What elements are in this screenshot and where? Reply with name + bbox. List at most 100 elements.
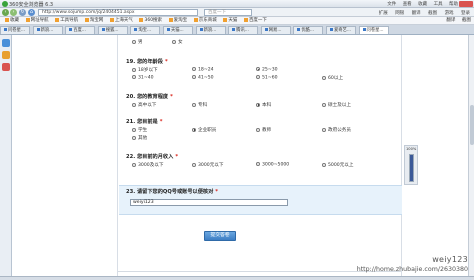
option[interactable]: 学生 <box>132 127 147 133</box>
radio-icon[interactable] <box>322 102 326 107</box>
tab-favicon <box>232 28 236 31</box>
option[interactable]: 18~24 <box>192 67 214 73</box>
contact-answer-input[interactable]: weiyi123 <box>130 199 288 206</box>
option[interactable]: 教师 <box>256 127 271 133</box>
toolbar-bank[interactable]: 网银 <box>395 11 404 16</box>
url-input[interactable]: http://www.sojump.com/jq/2404451.aspx <box>38 9 198 16</box>
option[interactable]: 3000及以下 <box>132 162 163 168</box>
refresh-icon[interactable]: ↻ <box>19 9 26 16</box>
toolbar-login[interactable]: 登录 <box>461 11 470 16</box>
radio-icon[interactable] <box>132 67 136 72</box>
radio-icon[interactable] <box>192 75 196 79</box>
toolbar-screenshot[interactable]: 截图 <box>428 11 437 16</box>
menu-file[interactable]: 文件 <box>387 2 396 7</box>
option[interactable]: 60以上 <box>322 75 343 81</box>
radio-checked-icon[interactable] <box>192 127 196 132</box>
tab[interactable]: 搜狐... <box>97 26 128 34</box>
bookmark-screenshot[interactable]: 截图 <box>462 17 471 24</box>
radio-icon[interactable] <box>132 102 136 107</box>
tab[interactable]: 优酷... <box>293 26 324 34</box>
favorites-icon[interactable] <box>2 39 10 47</box>
option-female[interactable]: 女 <box>172 39 183 45</box>
radio-icon[interactable] <box>322 75 326 80</box>
watermark-url: http://home.zhubajie.com/2630380 <box>356 266 468 273</box>
radio-icon[interactable] <box>132 75 136 79</box>
option-selected[interactable]: 本科 <box>256 102 271 108</box>
toolbar-translate[interactable]: 翻译 <box>412 11 421 16</box>
option[interactable]: 31~40 <box>132 75 154 81</box>
option-male[interactable]: 男 <box>132 39 143 45</box>
radio-icon[interactable] <box>132 135 136 140</box>
radio-icon[interactable] <box>132 162 136 167</box>
radio-icon[interactable] <box>172 39 176 44</box>
tab[interactable]: 新浪... <box>32 26 63 34</box>
option[interactable]: 高中以下 <box>132 102 156 108</box>
tab[interactable]: 淘宝... <box>130 26 161 34</box>
bookmark-item[interactable]: 京东商城 <box>193 17 217 24</box>
option[interactable]: 3000元以下 <box>192 162 223 168</box>
radio-icon[interactable] <box>192 102 196 107</box>
progress-bar <box>409 154 414 182</box>
forward-icon[interactable]: › <box>10 9 17 16</box>
radio-checked-icon[interactable] <box>256 102 260 107</box>
bookmark-item[interactable]: 天猫 <box>223 17 237 24</box>
bookmark-item[interactable]: 爱淘宝 <box>168 17 187 24</box>
tab[interactable]: 爱奇艺... <box>325 26 356 34</box>
bookmarks-bar: 收藏 网址导航 工具导航 淘宝网 上海天气 360搜索 爱淘宝 京东商城 天猫 … <box>0 17 474 25</box>
radio-icon[interactable] <box>322 162 326 167</box>
tab[interactable]: 天猫... <box>162 26 193 34</box>
tab[interactable]: 网易... <box>260 26 291 34</box>
radio-icon[interactable] <box>192 162 196 167</box>
option[interactable]: 18岁以下 <box>132 67 158 73</box>
tab-active[interactable]: 问卷星... <box>358 26 389 34</box>
menu-favorites[interactable]: 收藏 <box>418 2 427 7</box>
bookmark-item[interactable]: 360搜索 <box>139 17 162 24</box>
bookmark-item[interactable]: 工具导航 <box>55 17 78 24</box>
menu-view[interactable]: 查看 <box>403 2 412 7</box>
radio-icon[interactable] <box>132 39 136 44</box>
bookmark-item[interactable]: 收藏 <box>5 17 19 24</box>
tab[interactable]: 腾讯... <box>228 26 259 34</box>
toolbar-extensions[interactable]: 扩展 <box>379 11 388 16</box>
option-selected[interactable]: 企业职员 <box>192 127 216 133</box>
tab[interactable]: 新浪... <box>195 26 226 34</box>
bookmark-item[interactable]: 网址导航 <box>25 17 49 24</box>
side-panel <box>0 35 12 276</box>
radio-icon[interactable] <box>256 75 260 79</box>
window-controls[interactable] <box>459 1 473 7</box>
option[interactable]: 其他 <box>132 135 147 141</box>
submit-button[interactable]: 提交答卷 <box>204 231 236 241</box>
option[interactable]: 专科 <box>192 102 207 108</box>
home-icon[interactable]: ⌂ <box>28 9 35 16</box>
app-icon[interactable] <box>2 63 10 71</box>
survey-form: 男 女 19. 您的年龄段 * 18岁以下 18~24 25~30 31~40 4… <box>117 35 402 276</box>
page-scrollbar[interactable] <box>468 35 474 276</box>
scrollbar-thumb[interactable] <box>470 105 474 145</box>
option[interactable]: 硕士及以上 <box>322 102 351 108</box>
radio-icon[interactable] <box>256 127 260 132</box>
radio-icon[interactable] <box>256 162 260 166</box>
toolbar-games[interactable]: 游戏 <box>445 11 454 16</box>
bookmark-item[interactable]: 上海天气 <box>109 17 133 24</box>
option[interactable]: 41~50 <box>192 75 214 81</box>
bookmark-item[interactable]: 淘宝网 <box>84 17 103 24</box>
radio-icon[interactable] <box>322 127 326 132</box>
option-selected[interactable]: 25~30 <box>256 67 278 73</box>
bookmark-translate[interactable]: 翻译 <box>446 17 455 24</box>
tab[interactable]: 问卷星... <box>0 26 30 34</box>
tab-favicon <box>69 28 73 31</box>
option[interactable]: 5000元以上 <box>322 162 353 168</box>
menu-tools[interactable]: 工具 <box>434 2 443 7</box>
radio-checked-icon[interactable] <box>256 67 260 71</box>
radio-icon[interactable] <box>192 67 196 71</box>
menu-help[interactable]: 帮助 <box>449 2 458 7</box>
tab[interactable]: 百度... <box>65 26 96 34</box>
radio-icon[interactable] <box>132 127 136 132</box>
option[interactable]: 政府公务员 <box>322 127 351 133</box>
back-icon[interactable]: ‹ <box>2 9 9 16</box>
search-input[interactable]: 百度一下 <box>204 9 252 16</box>
history-icon[interactable] <box>2 51 10 59</box>
option[interactable]: 51~60 <box>256 75 278 81</box>
bookmark-item[interactable]: 百度一下 <box>243 17 267 24</box>
option[interactable]: 3000~5000 <box>256 162 289 168</box>
